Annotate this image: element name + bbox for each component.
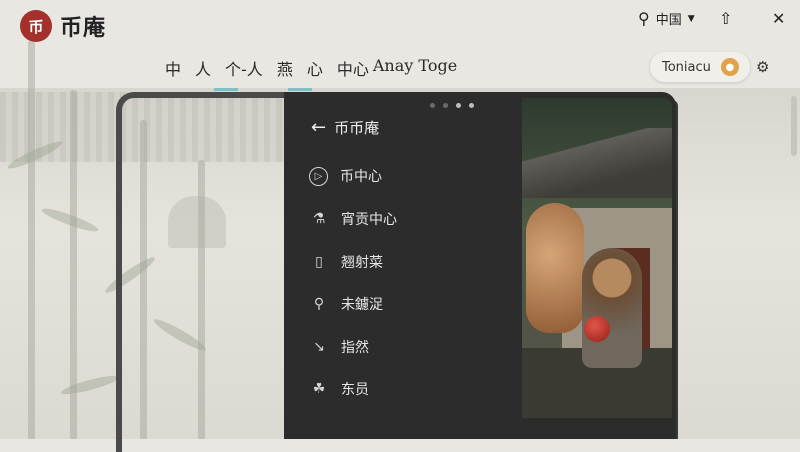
slope-icon: ↘ [313,339,325,355]
page-dot[interactable] [443,103,448,108]
language-label: 中国 [655,13,682,28]
drawer-item-label: 未鑢浞 [341,297,383,313]
page-indicator [430,103,474,108]
settings-icon[interactable]: ⚙ [756,58,769,76]
close-icon[interactable]: ✕ [772,9,785,28]
nav-item[interactable]: 心 [307,56,323,80]
user-name: Toniacu [662,59,711,75]
top-navigation: 中 人 个-人 燕 心 中心 Anay Toge [165,56,457,80]
play-circle-icon: ▷ [309,166,328,186]
drawer-item-label: 币中心 [340,169,382,185]
image-carved-scroll [526,203,584,333]
avatar: ● [720,58,739,76]
page-dot-active[interactable] [469,103,474,108]
drawer-item-label: 东员 [341,382,369,398]
nav-active-indicator [288,88,312,91]
drawer-item[interactable]: ☘ 东员 [309,379,369,399]
language-selector[interactable]: ⚲ 中国 ▼ [638,9,695,28]
search-icon[interactable]: ⚲ [638,9,650,28]
nav-item[interactable]: 个-人 [225,56,263,80]
drawer-item[interactable]: ⚲ 未鑢浞 [309,294,383,314]
shapes-icon: ⚲ [313,296,325,312]
drawer-item[interactable]: ▯ 翘射菜 [309,252,383,272]
bowl-icon: ☘ [312,381,326,397]
drawer-item-label: 宵贡中心 [341,212,397,228]
page-dot-active[interactable] [456,103,461,108]
user-menu[interactable]: Toniacu ● [650,52,750,82]
nav-item[interactable]: 人 [195,56,211,80]
logo-mark: 币 [20,10,52,42]
image-red-ball [584,316,610,342]
drawer-item[interactable]: ↘ 指然 [309,337,369,357]
drawer-title: 币币庵 [334,119,380,137]
logo-text: 币庵 [60,16,107,41]
share-icon[interactable]: ⇧ [719,9,732,28]
drawer-header[interactable]: ← 币币庵 [311,117,379,138]
featured-image[interactable] [522,98,672,418]
chevron-down-icon: ▼ [687,13,695,24]
page-dot[interactable] [430,103,435,108]
nav-item[interactable]: 中心 [337,56,369,80]
drawer-item-label: 翘射菜 [341,255,383,271]
bamboo-stalk [28,40,35,439]
drawer-item[interactable]: ⚗ 宵贡中心 [309,209,397,229]
drawer-item-label: 指然 [341,340,369,356]
nav-item[interactable]: Anay Toge [373,56,457,80]
phone-icon: ▯ [315,254,323,270]
app-logo[interactable]: 币 币庵 [20,10,106,42]
nav-item[interactable]: 燕 [277,56,293,80]
image-pagoda-roof [522,128,672,198]
scrollbar[interactable] [791,96,797,156]
microscope-icon: ⚗ [312,211,326,227]
arrow-left-icon[interactable]: ← [311,117,326,138]
nav-item[interactable]: 中 [165,56,181,80]
drawer-item[interactable]: ▷ 币中心 [309,166,382,186]
image-monkey-statue [582,248,642,368]
nav-active-indicator [214,88,238,91]
